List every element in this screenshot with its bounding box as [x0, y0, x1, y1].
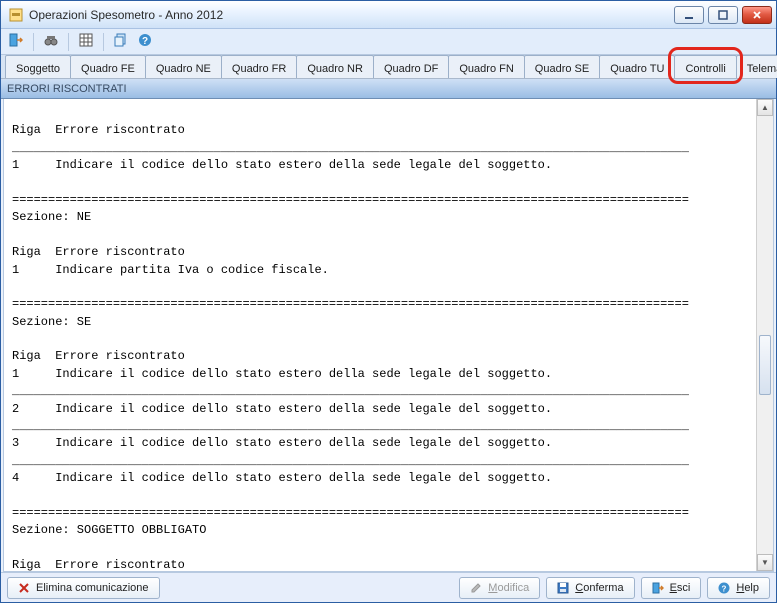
toolbar-find-button[interactable]: [40, 32, 62, 52]
error-report-text: Riga Errore riscontrato ________________…: [4, 99, 756, 571]
toolbar-exit-button[interactable]: [5, 32, 27, 52]
app-window: Operazioni Spesometro - Anno 2012 ? Sogg…: [0, 0, 777, 603]
grid-icon: [79, 33, 93, 50]
minimize-button[interactable]: [674, 6, 704, 24]
toolbar: ?: [1, 29, 776, 55]
tab-quadro-df[interactable]: Quadro DF: [373, 55, 449, 78]
app-icon: [9, 8, 23, 22]
button-label: Modifica: [488, 582, 529, 594]
tab-quadro-se[interactable]: Quadro SE: [524, 55, 600, 78]
tab-quadro-ne[interactable]: Quadro NE: [145, 55, 222, 78]
tab-controlli[interactable]: Controlli: [674, 55, 736, 78]
tab-quadro-fr[interactable]: Quadro FR: [221, 55, 297, 78]
door-exit-icon: [652, 582, 664, 594]
tabs-bar: SoggettoQuadro FEQuadro NEQuadro FRQuadr…: [1, 55, 776, 79]
window-title: Operazioni Spesometro - Anno 2012: [29, 8, 674, 22]
scroll-thumb[interactable]: [759, 335, 771, 395]
toolbar-separator: [33, 33, 34, 51]
button-label: Help: [736, 582, 759, 594]
scroll-up-arrow[interactable]: ▲: [757, 99, 773, 116]
tab-soggetto[interactable]: Soggetto: [5, 55, 71, 78]
tab-telematico[interactable]: Telematico: [736, 55, 777, 78]
confirm-button[interactable]: Conferma: [546, 577, 634, 599]
button-label: Elimina comunicazione: [36, 582, 149, 594]
svg-text:?: ?: [142, 36, 148, 47]
tab-quadro-tu[interactable]: Quadro TU: [599, 55, 675, 78]
save-icon: [557, 582, 569, 594]
window-buttons: [674, 6, 772, 24]
button-label: Conferma: [575, 582, 623, 594]
pencil-icon: [470, 582, 482, 594]
toolbar-separator: [68, 33, 69, 51]
content-area: Riga Errore riscontrato ________________…: [3, 99, 774, 572]
help-icon: ?: [138, 33, 152, 50]
exit-button[interactable]: Esci: [641, 577, 702, 599]
copy-icon: [114, 33, 128, 50]
delete-icon: [18, 582, 30, 594]
button-label: Esci: [670, 582, 691, 594]
binoculars-icon: [44, 33, 58, 50]
toolbar-help-button[interactable]: ?: [134, 32, 156, 52]
delete-communication-button[interactable]: Elimina comunicazione: [7, 577, 160, 599]
svg-text:?: ?: [722, 584, 727, 593]
maximize-button[interactable]: [708, 6, 738, 24]
modify-button[interactable]: Modifica: [459, 577, 540, 599]
scroll-track[interactable]: [757, 116, 773, 554]
toolbar-separator: [103, 33, 104, 51]
bottom-bar: Elimina comunicazione Modifica Conferma …: [1, 572, 776, 602]
door-exit-icon: [9, 33, 23, 50]
toolbar-grid-button[interactable]: [75, 32, 97, 52]
help-icon: ?: [718, 582, 730, 594]
titlebar: Operazioni Spesometro - Anno 2012: [1, 1, 776, 29]
vertical-scrollbar[interactable]: ▲ ▼: [756, 99, 773, 571]
toolbar-copy-button[interactable]: [110, 32, 132, 52]
help-button[interactable]: ? Help: [707, 577, 770, 599]
tab-quadro-nr[interactable]: Quadro NR: [296, 55, 374, 78]
tab-quadro-fe[interactable]: Quadro FE: [70, 55, 146, 78]
close-button[interactable]: [742, 6, 772, 24]
scroll-down-arrow[interactable]: ▼: [757, 554, 773, 571]
section-header: ERRORI RISCONTRATI: [1, 79, 776, 99]
tab-quadro-fn[interactable]: Quadro FN: [448, 55, 524, 78]
